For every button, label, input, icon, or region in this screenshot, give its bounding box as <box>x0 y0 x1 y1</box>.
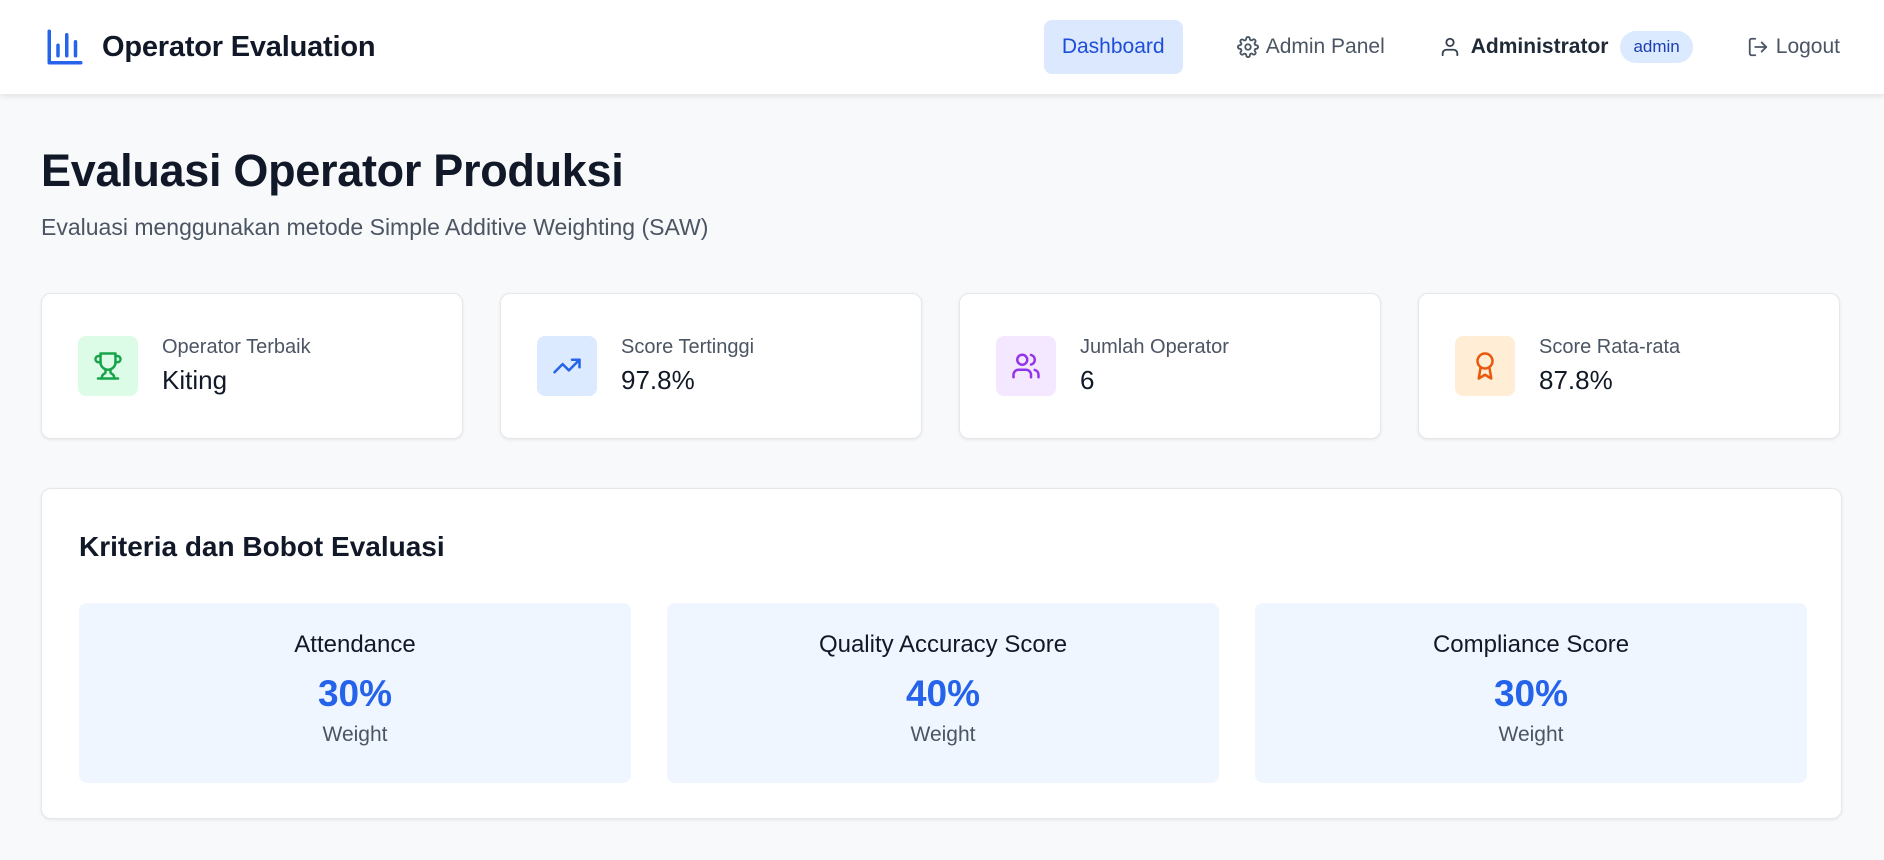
criteria-weight: 30% <box>1493 673 1569 714</box>
stats-row: Operator Terbaik Kiting Score Tertinggi … <box>41 293 1842 439</box>
stat-card-average-score: Score Rata-rata 87.8% <box>1418 293 1840 439</box>
criteria-name: Attendance <box>294 631 416 658</box>
users-icon <box>996 336 1056 396</box>
criteria-card-compliance: Compliance Score 30% Weight <box>1255 603 1807 783</box>
stat-label: Score Rata-rata <box>1539 336 1681 358</box>
main-nav: Dashboard Admin Panel Administrator admi… <box>1043 20 1840 74</box>
criteria-weight-label: Weight <box>1498 723 1564 746</box>
stat-value: 97.8% <box>621 365 695 395</box>
logout-label: Logout <box>1775 35 1840 58</box>
role-badge: admin <box>1620 31 1693 63</box>
criteria-name: Compliance Score <box>1432 631 1630 658</box>
stat-card-operator-count: Jumlah Operator 6 <box>959 293 1381 439</box>
user-name: Administrator <box>1470 35 1609 58</box>
criteria-weight-label: Weight <box>322 723 388 746</box>
trophy-icon <box>78 336 138 396</box>
criteria-weight: 30% <box>317 673 393 714</box>
stat-value: 6 <box>1080 365 1095 395</box>
criteria-weight-label: Weight <box>910 723 976 746</box>
stat-label: Jumlah Operator <box>1080 336 1229 358</box>
nav-dashboard-button[interactable]: Dashboard <box>1043 20 1183 74</box>
app-title: Operator Evaluation <box>102 30 376 63</box>
criteria-card-attendance: Attendance 30% Weight <box>79 603 631 783</box>
logout-icon <box>1747 36 1769 58</box>
stat-value: Kiting <box>162 365 228 395</box>
top-navbar: Operator Evaluation Dashboard Admin Pane… <box>0 0 1884 94</box>
nav-admin-panel-link[interactable]: Admin Panel <box>1236 35 1385 59</box>
stat-card-best-operator: Operator Terbaik Kiting <box>41 293 463 439</box>
page-subtitle: Evaluasi menggunakan metode Simple Addit… <box>41 214 709 240</box>
criteria-weight: 40% <box>905 673 981 714</box>
logout-button[interactable]: Logout <box>1747 35 1840 59</box>
criteria-panel: Kriteria dan Bobot Evaluasi Attendance 3… <box>41 488 1842 819</box>
stat-value: 87.8% <box>1539 365 1613 395</box>
bar-chart-icon <box>44 26 86 68</box>
page-title: Evaluasi Operator Produksi <box>41 145 624 196</box>
stat-label: Score Tertinggi <box>621 336 755 358</box>
criteria-title: Kriteria dan Bobot Evaluasi <box>79 531 445 562</box>
award-icon <box>1455 336 1515 396</box>
trending-up-icon <box>537 336 597 396</box>
stat-card-highest-score: Score Tertinggi 97.8% <box>500 293 922 439</box>
user-icon <box>1439 36 1461 58</box>
criteria-card-quality-accuracy: Quality Accuracy Score 40% Weight <box>667 603 1219 783</box>
criteria-name: Quality Accuracy Score <box>818 631 1068 658</box>
user-menu[interactable]: Administrator admin <box>1439 31 1693 63</box>
stat-label: Operator Terbaik <box>162 336 311 358</box>
criteria-grid: Attendance 30% Weight Quality Accuracy S… <box>79 603 1807 783</box>
brand[interactable]: Operator Evaluation <box>44 26 376 68</box>
nav-admin-panel-label: Admin Panel <box>1265 35 1385 58</box>
gear-icon <box>1236 36 1259 58</box>
